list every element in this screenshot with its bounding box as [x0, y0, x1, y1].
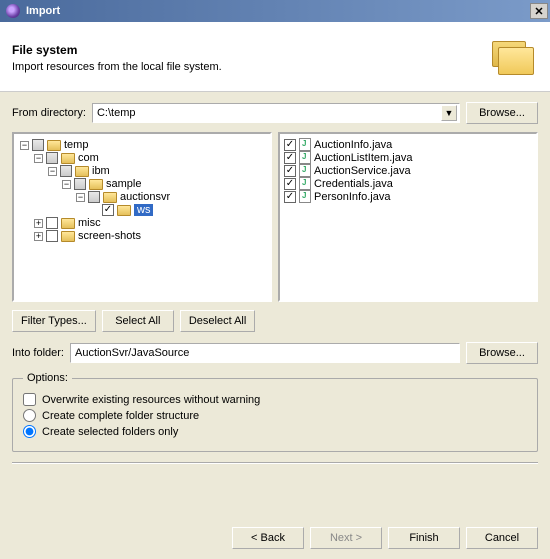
options-legend: Options: — [23, 372, 72, 384]
java-file-icon — [299, 190, 311, 203]
expand-icon[interactable]: + — [34, 232, 43, 241]
expand-icon[interactable]: + — [34, 219, 43, 228]
banner-subtext: Import resources from the local file sys… — [12, 61, 490, 73]
select-all-button[interactable]: Select All — [102, 310, 174, 332]
expand-icon[interactable]: − — [20, 141, 29, 150]
java-file-icon — [299, 151, 311, 164]
options-group: Options: Overwrite existing resources wi… — [12, 372, 538, 452]
into-folder-label: Into folder: — [12, 347, 64, 359]
folder-icon — [89, 179, 103, 190]
selected-folders-radio[interactable] — [23, 425, 36, 438]
checkbox[interactable] — [46, 152, 58, 164]
folder-icon — [61, 231, 75, 242]
java-file-icon — [299, 164, 311, 177]
checkbox[interactable] — [284, 165, 296, 177]
java-file-icon — [299, 177, 311, 190]
folder-icon — [61, 218, 75, 229]
complete-structure-radio[interactable] — [23, 409, 36, 422]
checkbox[interactable] — [60, 165, 72, 177]
banner-heading: File system — [12, 43, 490, 57]
finish-button[interactable]: Finish — [388, 527, 460, 549]
expand-icon[interactable]: − — [34, 154, 43, 163]
file-list[interactable]: AuctionInfo.java AuctionListItem.java Au… — [278, 132, 538, 302]
complete-structure-label: Create complete folder structure — [42, 410, 199, 422]
back-button[interactable]: < Back — [232, 527, 304, 549]
list-item: PersonInfo.java — [284, 190, 532, 203]
wizard-banner: File system Import resources from the lo… — [0, 22, 550, 92]
folder-icon — [47, 140, 61, 151]
folder-icon — [61, 153, 75, 164]
checkbox[interactable] — [74, 178, 86, 190]
folder-icon — [117, 205, 131, 216]
overwrite-label: Overwrite existing resources without war… — [42, 394, 260, 406]
checkbox[interactable] — [284, 152, 296, 164]
tree-node-misc[interactable]: misc — [78, 217, 101, 229]
next-button: Next > — [310, 527, 382, 549]
from-directory-combo[interactable]: C:\temp ▼ — [92, 103, 460, 123]
tree-node-ws[interactable]: ws — [134, 204, 153, 216]
checkbox[interactable] — [46, 230, 58, 242]
checkbox[interactable] — [88, 191, 100, 203]
tree-node-auctionsvr[interactable]: auctionsvr — [120, 191, 170, 203]
divider — [12, 462, 538, 464]
filter-types-button[interactable]: Filter Types... — [12, 310, 96, 332]
list-item: AuctionInfo.java — [284, 138, 532, 151]
checkbox[interactable] — [284, 139, 296, 151]
list-item: AuctionService.java — [284, 164, 532, 177]
folder-icon — [75, 166, 89, 177]
folder-tree[interactable]: − temp − com — [12, 132, 272, 302]
deselect-all-button[interactable]: Deselect All — [180, 310, 255, 332]
close-button[interactable]: ✕ — [530, 3, 548, 19]
checkbox[interactable] — [32, 139, 44, 151]
app-icon — [6, 4, 20, 18]
expand-icon[interactable]: − — [62, 180, 71, 189]
tree-node-sample[interactable]: sample — [106, 178, 141, 190]
selected-folders-label: Create selected folders only — [42, 426, 178, 438]
tree-node-temp[interactable]: temp — [64, 139, 88, 151]
checkbox[interactable] — [46, 217, 58, 229]
folder-icon — [103, 192, 117, 203]
list-item: AuctionListItem.java — [284, 151, 532, 164]
title-bar: Import ✕ — [0, 0, 550, 22]
folder-art-icon — [490, 37, 538, 79]
cancel-button[interactable]: Cancel — [466, 527, 538, 549]
wizard-footer: < Back Next > Finish Cancel — [232, 527, 538, 549]
checkbox[interactable] — [284, 191, 296, 203]
tree-node-ibm[interactable]: ibm — [92, 165, 110, 177]
from-directory-label: From directory: — [12, 107, 86, 119]
checkbox[interactable] — [284, 178, 296, 190]
browse-dest-button[interactable]: Browse... — [466, 342, 538, 364]
expand-icon[interactable]: − — [48, 167, 57, 176]
checkbox[interactable] — [102, 204, 114, 216]
from-directory-value: C:\temp — [97, 107, 441, 119]
list-item: Credentials.java — [284, 177, 532, 190]
java-file-icon — [299, 138, 311, 151]
window-title: Import — [26, 5, 60, 17]
dropdown-arrow-icon[interactable]: ▼ — [441, 105, 457, 121]
tree-node-com[interactable]: com — [78, 152, 99, 164]
into-folder-input[interactable] — [70, 343, 460, 363]
expand-icon[interactable]: − — [76, 193, 85, 202]
overwrite-checkbox[interactable] — [23, 393, 36, 406]
browse-source-button[interactable]: Browse... — [466, 102, 538, 124]
tree-node-screenshots[interactable]: screen-shots — [78, 230, 141, 242]
